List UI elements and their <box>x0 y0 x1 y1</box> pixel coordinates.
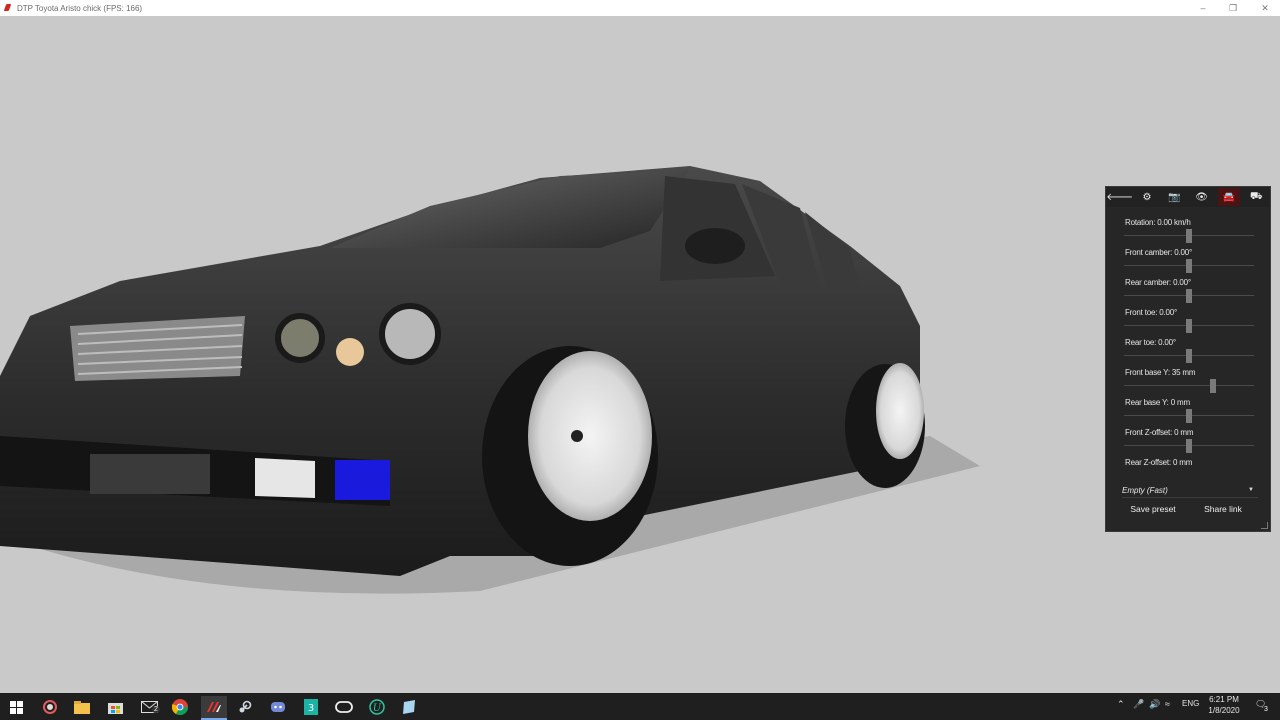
tuning-panel: 🡐 ⚙ 📷 👁 🚘 ⛟ Rotation: 0.00 km/h Front ca… <box>1105 186 1271 532</box>
notification-count: 3 <box>1264 706 1268 713</box>
slider-thumb[interactable] <box>1186 319 1192 333</box>
oculus-icon[interactable] <box>333 696 355 718</box>
window-titlebar: DTP Toyota Aristo chick (FPS: 166) – ❐ ✕ <box>0 0 1280 16</box>
assetto-corsa-icon[interactable] <box>201 696 227 720</box>
close-button[interactable]: ✕ <box>1250 0 1280 16</box>
slider-front-toe[interactable]: Front toe: 0.00° <box>1124 305 1256 335</box>
slider-front-base-y[interactable]: Front base Y: 35 mm <box>1124 365 1256 395</box>
taskbar: 2 3 U ⌃ 🎤 🔊 ≈ ENG 6:21 PM 1/8/2020 🗨 3 <box>0 693 1280 720</box>
discord-icon[interactable] <box>267 696 289 718</box>
slider-label: Front camber: 0.00° <box>1125 248 1192 257</box>
preset-dropdown[interactable]: Empty (Fast) ▼ <box>1122 483 1258 498</box>
slider-label: Front Z-offset: 0 mm <box>1125 428 1194 437</box>
slider-label: Rotation: 0.00 km/h <box>1125 218 1191 227</box>
clock-time: 6:21 PM <box>1209 695 1239 704</box>
slider-label: Front toe: 0.00° <box>1125 308 1178 317</box>
slider-rear-toe[interactable]: Rear toe: 0.00° <box>1124 335 1256 365</box>
svg-text:3: 3 <box>308 703 314 714</box>
slider-thumb[interactable] <box>1186 409 1192 423</box>
save-preset-button[interactable]: Save preset <box>1122 501 1184 517</box>
slider-rear-camber[interactable]: Rear camber: 0.00° <box>1124 275 1256 305</box>
slider-rear-base-y[interactable]: Rear base Y: 0 mm <box>1124 395 1256 425</box>
mail-badge: 2 <box>152 706 160 713</box>
panel-toolbar: 🡐 ⚙ 📷 👁 🚘 ⛟ <box>1106 187 1270 207</box>
resize-grip-icon[interactable] <box>1261 522 1268 529</box>
share-link-button[interactable]: Share link <box>1192 501 1254 517</box>
volume-icon[interactable]: 🔊 <box>1149 699 1160 710</box>
slider-label: Front base Y: 35 mm <box>1125 368 1196 377</box>
steam-icon[interactable] <box>234 696 256 718</box>
window-title: DTP Toyota Aristo chick (FPS: 166) <box>17 3 143 13</box>
chrome-icon[interactable] <box>169 696 191 718</box>
unity-icon[interactable]: U <box>366 696 388 718</box>
file-explorer-icon[interactable] <box>71 696 93 718</box>
slider-thumb[interactable] <box>1186 259 1192 273</box>
slider-thumb[interactable] <box>1210 379 1216 393</box>
slider-list: Rotation: 0.00 km/h Front camber: 0.00° … <box>1124 215 1256 485</box>
cortana-icon[interactable] <box>39 696 61 718</box>
back-arrow-icon[interactable]: 🡐 <box>1106 188 1133 206</box>
notepad-icon[interactable] <box>398 696 420 718</box>
tray-chevron-icon[interactable]: ⌃ <box>1117 699 1125 710</box>
camera-icon[interactable]: 📷 <box>1163 188 1185 206</box>
slider-thumb[interactable] <box>1186 349 1192 363</box>
slider-rotation[interactable]: Rotation: 0.00 km/h <box>1124 215 1256 245</box>
language-indicator[interactable]: ENG <box>1182 699 1199 708</box>
slider-track[interactable] <box>1124 385 1254 386</box>
preset-selected-value: Empty (Fast) <box>1122 485 1168 495</box>
car-render <box>0 166 980 594</box>
svg-text:U: U <box>373 703 382 714</box>
viewport-3d[interactable] <box>0 16 1280 693</box>
dropdown-arrow-icon: ▼ <box>1248 487 1254 493</box>
slider-label: Rear base Y: 0 mm <box>1125 398 1190 407</box>
slider-thumb[interactable] <box>1186 229 1192 243</box>
slider-label: Rear Z-offset: 0 mm <box>1125 458 1193 467</box>
car-edit-icon[interactable]: ⛟ <box>1245 188 1267 206</box>
slider-front-z-offset[interactable]: Front Z-offset: 0 mm <box>1124 425 1256 455</box>
gear-icon[interactable]: ⚙ <box>1136 188 1158 206</box>
slider-label: Rear toe: 0.00° <box>1125 338 1176 347</box>
slider-front-camber[interactable]: Front camber: 0.00° <box>1124 245 1256 275</box>
car-icon[interactable]: 🚘 <box>1217 188 1240 206</box>
taskbar-clock[interactable]: 6:21 PM 1/8/2020 <box>1200 694 1248 716</box>
slider-label: Rear camber: 0.00° <box>1125 278 1191 287</box>
microphone-icon[interactable]: 🎤 <box>1133 699 1144 710</box>
start-icon[interactable] <box>5 696 27 718</box>
store-icon[interactable] <box>104 696 126 718</box>
slider-thumb[interactable] <box>1186 289 1192 303</box>
eye-icon[interactable]: 👁 <box>1191 188 1213 206</box>
minimize-button[interactable]: – <box>1188 0 1218 16</box>
app-logo-icon <box>3 3 13 13</box>
slider-rear-z-offset[interactable]: Rear Z-offset: 0 mm <box>1124 455 1256 485</box>
slider-thumb[interactable] <box>1186 439 1192 453</box>
wifi-icon[interactable]: ≈ <box>1165 699 1170 709</box>
clock-date: 1/8/2020 <box>1208 706 1240 715</box>
maximize-button[interactable]: ❐ <box>1218 0 1248 16</box>
app-3-icon[interactable]: 3 <box>300 696 322 718</box>
